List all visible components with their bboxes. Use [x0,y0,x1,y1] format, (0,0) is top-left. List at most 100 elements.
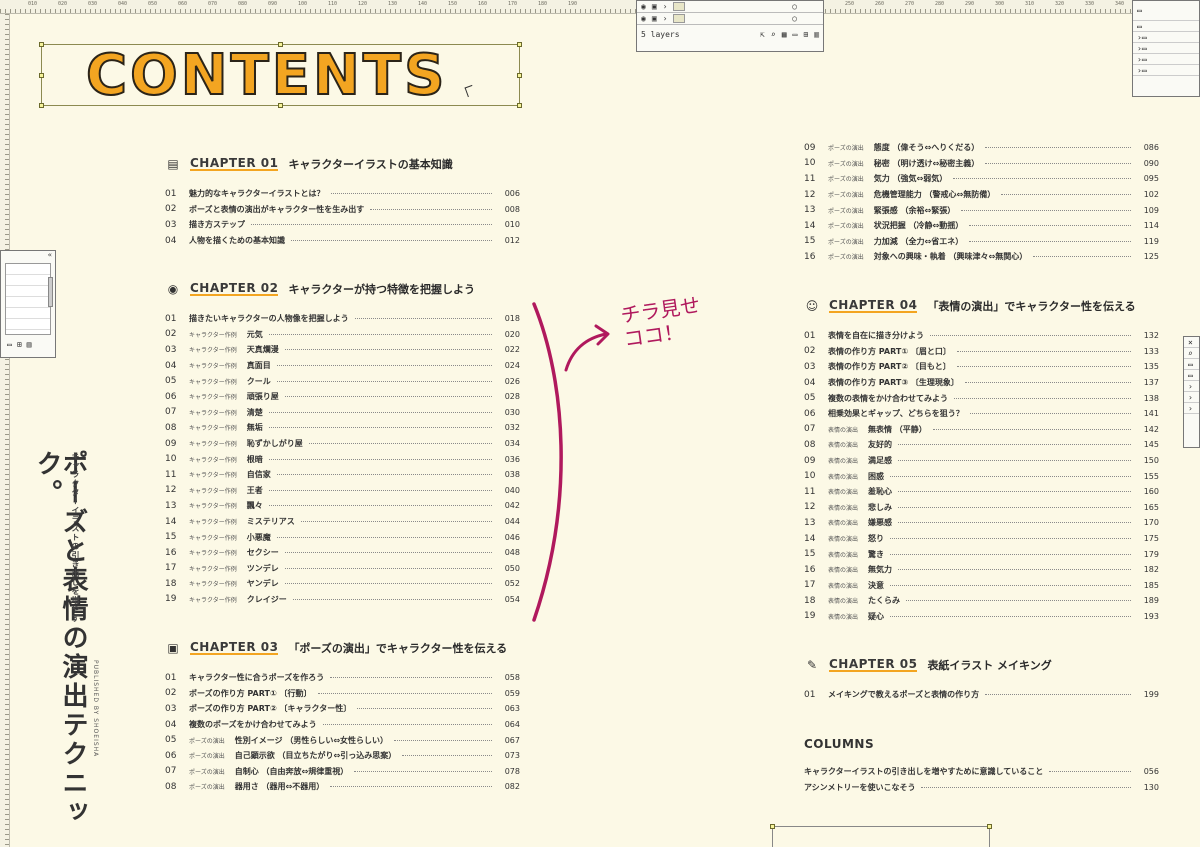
toc-entry[interactable]: 13 表情の演出 嫌悪感 170 [804,515,1159,531]
resize-handle[interactable] [517,103,522,108]
toc-entry[interactable]: 06 ポーズの演出 自己顕示欲 （目立ちたがり⇔引っ込み思案） 073 [165,748,520,764]
toc-entry[interactable]: 17 キャラクター作例 ツンデレ 050 [165,561,520,577]
toc-entry[interactable]: 15 ポーズの演出 力加減 （全力⇔省エネ） 119 [804,234,1159,250]
toc-entry[interactable]: 14 キャラクター作例 ミステリアス 044 [165,514,520,530]
toc-entry[interactable]: 18 表情の演出 たくらみ 189 [804,593,1159,609]
layer-row[interactable]: ◉ ▣ › ○ [637,1,823,13]
layer-row[interactable]: ◉ ▣ › ○ [637,13,823,25]
toc-entry[interactable]: 10 表情の演出 困惑 155 [804,468,1159,484]
resize-handle[interactable] [39,103,44,108]
toc-entry[interactable]: 07 表情の演出 無表情 （平静） 142 [804,422,1159,438]
resize-handle[interactable] [770,824,775,829]
toc-entry[interactable]: 12 ポーズの演出 危機管理能力 （警戒心⇔無防備） 102 [804,187,1159,203]
toc-entry[interactable]: 13 ポーズの演出 緊張感 （余裕⇔緊張） 109 [804,202,1159,218]
trash-icon[interactable]: ▥ [27,340,32,349]
collapse-icon[interactable]: « [1,251,55,261]
toc-entry[interactable]: 09 ポーズの演出 態度 （偉そう⇔へりくだる） 086 [804,140,1159,156]
resize-handle[interactable] [517,42,522,47]
resize-handle[interactable] [517,73,522,78]
toc-entry[interactable]: 16 キャラクター作例 セクシー 048 [165,545,520,561]
toc-entry[interactable]: 04 人物を描くための基本知識 012 [165,233,520,249]
toc-entry[interactable]: 19 表情の演出 疑心 193 [804,609,1159,625]
toc-entry[interactable]: 07 ポーズの演出 自制心 （自由奔放⇔規律重視） 078 [165,764,520,780]
toc-entry[interactable]: 03 描き方ステップ 010 [165,217,520,233]
toc-entry[interactable]: 02 ポーズの作り方 PART① 〔行動〕 059 [165,686,520,702]
toc-entry[interactable]: 05 ポーズの演出 性別イメージ （男性らしい⇔女性らしい） 067 [165,732,520,748]
resize-handle[interactable] [39,42,44,47]
toc-entry[interactable]: 03 ポーズの作り方 PART② 〔キャラクター性〕 063 [165,701,520,717]
toc-entry[interactable]: 11 キャラクター作例 自信家 038 [165,467,520,483]
folder-panel[interactable]: ▭ ▭ ›▭ ›▭ ›▭ ›▭ [1132,0,1200,97]
toc-entry[interactable]: 06 キャラクター作例 頑張り屋 028 [165,389,520,405]
folder-item[interactable]: › [1184,392,1199,403]
toc-entry[interactable]: 02 表情の作り方 PART① 〔眉と口〕 133 [804,344,1159,360]
folder-item[interactable]: × [1184,337,1199,348]
folder-item[interactable]: ›▭ [1133,54,1199,65]
toc-entry[interactable]: 01 表情を自在に描き分けよう 132 [804,328,1159,344]
toc-entry[interactable]: 01 描きたいキャラクターの人物像を把握しよう 018 [165,311,520,327]
toc-entry[interactable]: 06 相乗効果とギャップ、どちらを狙う？ 141 [804,406,1159,422]
toc-entry[interactable]: 09 表情の演出 満足感 150 [804,453,1159,469]
folder-item[interactable]: ›▭ [1133,32,1199,43]
toc-entry[interactable]: 04 キャラクター作例 真面目 024 [165,358,520,374]
folder-item[interactable]: ⌕ [1184,348,1199,359]
toc-entry[interactable]: 19 キャラクター作例 クレイジー 054 [165,592,520,608]
side-panel-right[interactable]: × ⌕ ▭ ▭ › › › [1183,336,1200,448]
toc-entry[interactable]: 09 キャラクター作例 恥ずかしがり屋 034 [165,436,520,452]
toc-entry[interactable]: 05 複数の表情をかけ合わせてみよう 138 [804,390,1159,406]
eye-icon[interactable]: ◉ [641,14,646,23]
text-frame[interactable] [770,824,992,847]
toc-entry[interactable]: 08 キャラクター作例 無垢 032 [165,420,520,436]
toc-entry[interactable]: 03 表情の作り方 PART② 〔目もと〕 135 [804,359,1159,375]
folder-item[interactable]: ›▭ [1133,43,1199,54]
toc-entry[interactable]: 10 ポーズの演出 秘密 （明け透け⇔秘密主義） 090 [804,156,1159,172]
toc-entry[interactable]: 01 キャラクター性に合うポーズを作ろう 058 [165,670,520,686]
toc-entry[interactable]: 16 ポーズの演出 対象への興味・執着 （興味津々⇔無関心） 125 [804,249,1159,265]
toc-entry[interactable]: 01 メイキングで教えるポーズと表情の作り方 199 [804,687,1159,703]
layers-panel[interactable]: ◉ ▣ › ○ ◉ ▣ › ○ 5 layers ⇱ ⌕ ▦ ▭ ⊞ ▥ [636,0,824,52]
toc-entry[interactable]: 16 表情の演出 無気力 182 [804,562,1159,578]
toc-entry[interactable]: 14 ポーズの演出 状況把握 （冷静⇔動揺） 114 [804,218,1159,234]
toc-entry[interactable]: 13 キャラクター作例 飄々 042 [165,498,520,514]
toc-entry[interactable]: 10 キャラクター作例 根暗 036 [165,451,520,467]
folder-item[interactable]: › [1184,403,1199,414]
folder-icon[interactable]: ▭ [7,340,12,349]
folder-item[interactable]: ›▭ [1133,65,1199,76]
toc-entry[interactable]: キャラクターイラストの引き出しを増やすために意識していること 056 [804,764,1159,780]
toc-entry[interactable]: 08 ポーズの演出 器用さ （器用⇔不器用） 082 [165,779,520,795]
toc-entry[interactable]: 15 表情の演出 驚き 179 [804,546,1159,562]
expand-icon[interactable]: › [663,14,668,23]
toc-entry[interactable]: 04 表情の作り方 PART③ 〔生理現象〕 137 [804,375,1159,391]
toc-entry[interactable]: 02 ポーズと表情の演出がキャラクター性を生み出す 008 [165,202,520,218]
trash-icon[interactable]: ▥ [814,30,819,39]
folder-item[interactable]: › [1184,381,1199,392]
toc-entry[interactable]: 01 魅力的なキャラクターイラストとは？ 006 [165,186,520,202]
toc-entry[interactable]: 18 キャラクター作例 ヤンデレ 052 [165,576,520,592]
eye-icon[interactable]: ◉ [641,2,646,11]
toc-entry[interactable]: 12 キャラクター作例 王者 040 [165,483,520,499]
close-icon[interactable]: × [1188,338,1193,347]
toc-entry[interactable]: 15 キャラクター作例 小悪魔 046 [165,529,520,545]
toc-entry[interactable]: 14 表情の演出 怒り 175 [804,531,1159,547]
toc-entry[interactable]: 07 キャラクター作例 清楚 030 [165,405,520,421]
toc-entry[interactable]: 08 表情の演出 友好的 145 [804,437,1159,453]
clip-icon[interactable]: ▦ [782,30,787,39]
target-icon[interactable]: ○ [792,2,797,11]
toc-entry[interactable]: 03 キャラクター作例 天真爛漫 022 [165,342,520,358]
toc-entry[interactable]: 11 ポーズの演出 気力 （強気⇔弱気） 095 [804,171,1159,187]
toc-entry[interactable]: アシンメトリーを使いこなそう 130 [804,780,1159,796]
expand-icon[interactable]: › [663,2,668,11]
toc-entry[interactable]: 05 キャラクター作例 クール 026 [165,373,520,389]
folder-item[interactable]: ▭ [1133,21,1199,32]
search-icon[interactable]: ⌕ [1188,349,1193,358]
folder-item[interactable]: ▭ [1184,370,1199,381]
target-icon[interactable]: ○ [792,14,797,23]
scrollbar[interactable] [48,277,53,307]
resize-handle[interactable] [987,824,992,829]
resize-handle[interactable] [39,73,44,78]
toc-entry[interactable]: 17 表情の演出 決意 185 [804,578,1159,594]
export-icon[interactable]: ⇱ [760,30,765,39]
toc-entry[interactable]: 02 キャラクター作例 元気 020 [165,327,520,343]
panel-list[interactable] [5,263,51,335]
new-layer-icon[interactable]: ⊞ [803,30,808,39]
